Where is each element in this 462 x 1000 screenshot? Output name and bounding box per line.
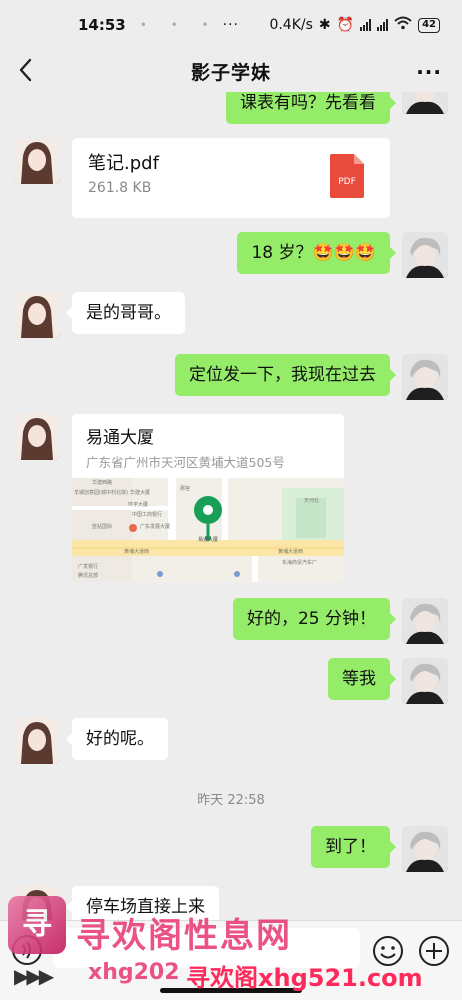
- map-label: 羊城创意园(城中村北岸): [74, 489, 128, 496]
- status-more-dots: ···: [222, 17, 239, 33]
- plus-icon[interactable]: [418, 935, 450, 967]
- message-bubble-out[interactable]: 到了！: [311, 826, 396, 868]
- message-bubble-out[interactable]: 课表有吗？先看看: [226, 92, 396, 124]
- chat-title: 影子学妹: [190, 61, 271, 84]
- pdf-file-icon: PDF: [330, 154, 364, 198]
- my-avatar[interactable]: [402, 658, 448, 704]
- my-avatar[interactable]: [402, 354, 448, 400]
- wifi-icon: [394, 16, 412, 34]
- map-label: 蓝钻国际: [92, 523, 112, 530]
- contact-avatar[interactable]: [14, 718, 60, 764]
- message-bubble-out[interactable]: 18 岁？🤩🤩🤩: [237, 232, 396, 274]
- status-right: 0.4K/s ✱ ⏰ 42: [269, 16, 440, 34]
- my-avatar[interactable]: [402, 598, 448, 644]
- my-avatar[interactable]: [402, 232, 448, 278]
- map-label: 那宫: [180, 485, 190, 492]
- contact-avatar[interactable]: [14, 138, 60, 184]
- map-label: 东海商贸汽车厂: [282, 559, 317, 566]
- map-label: 天河北: [304, 497, 319, 504]
- contact-avatar[interactable]: [14, 414, 60, 460]
- my-avatar[interactable]: [402, 92, 448, 114]
- signal-2-icon: [377, 19, 389, 31]
- status-bar: 14:53 • • • ··· 0.4K/s ✱ ⏰ 42: [0, 0, 462, 50]
- watermark-logo: 寻: [8, 896, 66, 954]
- message-bubble-in[interactable]: 好的呢。: [66, 718, 168, 760]
- message-bubble-in[interactable]: 是的哥哥。: [66, 292, 185, 334]
- map-label: 中国工商银行: [132, 511, 162, 518]
- status-dots: • • •: [139, 18, 219, 32]
- map-label: 环宇大厦: [128, 501, 148, 508]
- battery-icon: 42: [418, 17, 440, 33]
- my-avatar[interactable]: [402, 826, 448, 872]
- location-name: 易通大厦: [86, 428, 154, 448]
- map-label: 黄埔大道西: [124, 548, 149, 555]
- message-bubble-out[interactable]: 定位发一下，我现在过去: [175, 354, 396, 396]
- map-label: 黄埔大道西: [278, 548, 303, 555]
- watermark-title: 寻欢阁性息网: [76, 916, 292, 956]
- alarm-icon: ⏰: [336, 17, 355, 33]
- back-icon[interactable]: [14, 54, 38, 86]
- watermark-arrows: ▶▶▶: [14, 964, 54, 988]
- location-address: 广东省广州市天河区黄埔大道505号: [86, 455, 285, 470]
- watermark-url-left: xhg202: [88, 960, 180, 985]
- more-menu-icon[interactable]: ···: [416, 60, 442, 84]
- status-time: 14:53: [78, 16, 126, 34]
- pdf-label: PDF: [338, 177, 356, 187]
- message-bubble-out[interactable]: 等我: [328, 658, 396, 700]
- bluetooth-icon: ✱: [318, 17, 331, 33]
- map-label: 易通大厦: [198, 536, 218, 543]
- map-label: 腾讯总部: [78, 572, 98, 579]
- map-label: 广东发展大厦: [140, 523, 170, 530]
- location-map[interactable]: 华建西路 羊城创意园(城中村北岸) 华建大厦 环宇大厦 中国工商银行 蓝钻国际 …: [72, 478, 344, 582]
- watermark-url: 寻欢阁xhg521.com: [186, 964, 423, 992]
- contact-avatar[interactable]: [14, 292, 60, 338]
- file-message-card[interactable]: 笔记.pdf 261.8 KB PDF: [72, 138, 390, 218]
- message-bubble-out[interactable]: 好的，25 分钟！: [232, 598, 397, 640]
- chat-header: 影子学妹 ···: [0, 50, 462, 92]
- map-label: 华建西路: [92, 479, 112, 486]
- map-label: 华建大厦: [130, 489, 150, 496]
- location-message-card[interactable]: 易通大厦 广东省广州市天河区黄埔大道505号 华建西路 羊城创意园(城中村北岸)…: [72, 414, 344, 582]
- map-label: 广发银行: [78, 563, 98, 570]
- chat-area[interactable]: 课表有吗？先看看 笔记.pdf 261.8 KB PDF 18 岁？🤩🤩🤩 是的…: [0, 92, 462, 1000]
- time-separator: 昨天 22:58: [197, 793, 265, 808]
- signal-icon: [360, 19, 372, 31]
- net-speed: 0.4K/s: [269, 17, 313, 33]
